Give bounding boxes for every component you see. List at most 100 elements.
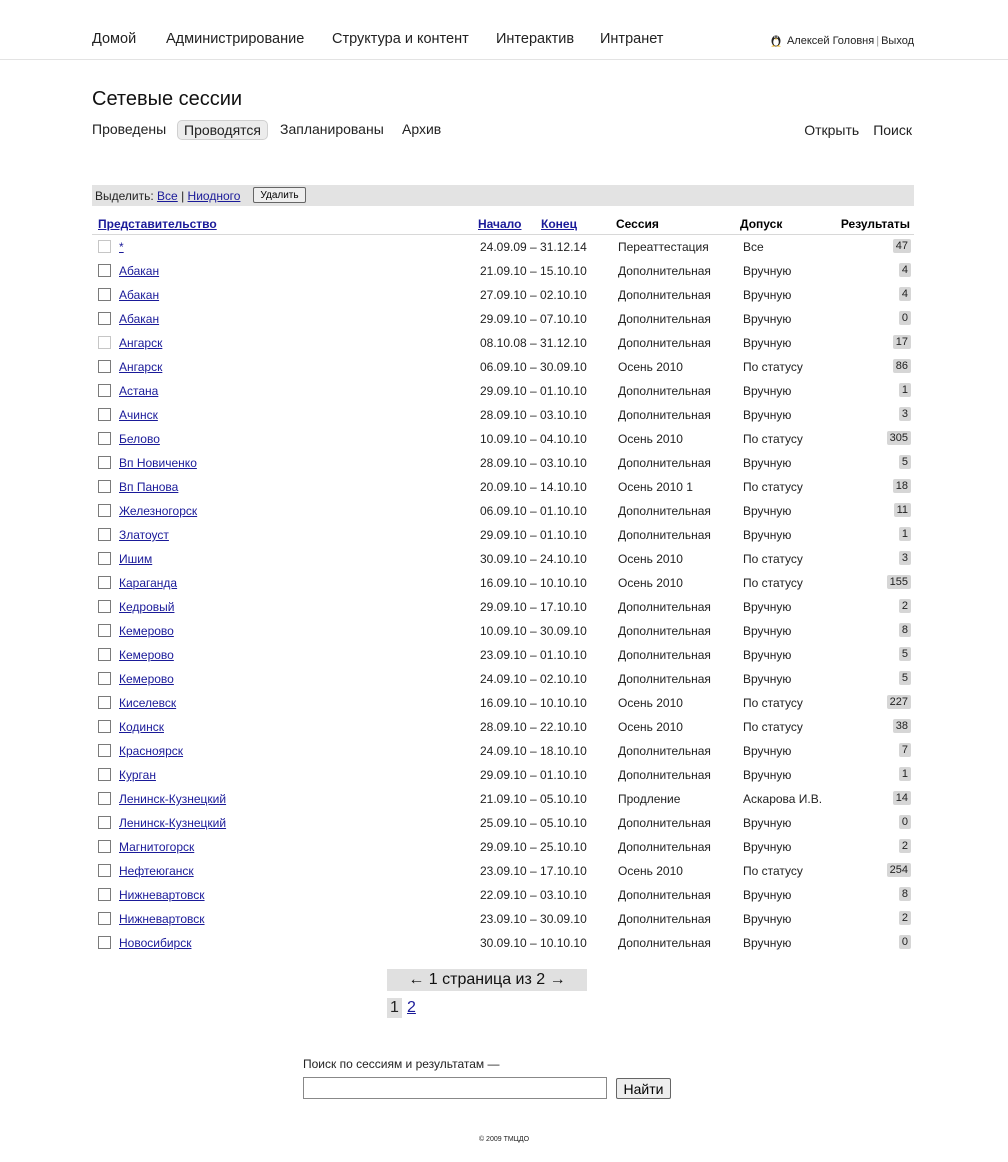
row-checkbox[interactable]: [98, 312, 111, 325]
row-checkbox[interactable]: [98, 696, 111, 709]
row-checkbox[interactable]: [98, 240, 111, 253]
office-link[interactable]: Астана: [119, 384, 158, 398]
results-badge[interactable]: 11: [893, 503, 911, 517]
row-checkbox[interactable]: [98, 456, 111, 469]
tab-archive[interactable]: Архив: [402, 121, 441, 137]
tab-scheduled[interactable]: Запланированы: [280, 121, 384, 137]
row-checkbox[interactable]: [98, 648, 111, 661]
office-link[interactable]: Киселевск: [119, 696, 176, 710]
office-link[interactable]: Кедровый: [119, 600, 174, 614]
delete-button[interactable]: Удалить: [253, 187, 306, 203]
search-button[interactable]: Найти: [616, 1078, 671, 1099]
row-checkbox[interactable]: [98, 864, 111, 877]
nav-item-intranet[interactable]: Интранет: [600, 31, 663, 47]
results-badge[interactable]: 0: [898, 815, 911, 829]
results-badge[interactable]: 38: [892, 719, 911, 733]
office-link[interactable]: Вп Новиченко: [119, 456, 197, 470]
results-badge[interactable]: 17: [892, 335, 911, 349]
results-badge[interactable]: 254: [886, 863, 911, 877]
office-link[interactable]: Нефтеюганск: [119, 864, 194, 878]
office-link[interactable]: Ленинск-Кузнецкий: [119, 792, 226, 806]
pagination-summary[interactable]: ← 1 страница из 2 →: [387, 969, 587, 991]
results-badge[interactable]: 3: [898, 407, 911, 421]
office-link[interactable]: Абакан: [119, 312, 159, 326]
results-badge[interactable]: 227: [886, 695, 911, 709]
select-none-link[interactable]: Ниодного: [188, 189, 241, 203]
header-office[interactable]: Представительство: [98, 217, 217, 231]
results-badge[interactable]: 305: [886, 431, 911, 445]
office-link[interactable]: Кемерово: [119, 648, 174, 662]
row-checkbox[interactable]: [98, 480, 111, 493]
office-link[interactable]: Новосибирск: [119, 936, 191, 950]
office-link[interactable]: Кодинск: [119, 720, 164, 734]
row-checkbox[interactable]: [98, 792, 111, 805]
row-checkbox[interactable]: [98, 744, 111, 757]
results-badge[interactable]: 2: [898, 911, 911, 925]
logout-link[interactable]: Выход: [881, 35, 914, 47]
results-badge[interactable]: 0: [898, 935, 911, 949]
office-link[interactable]: Ленинск-Кузнецкий: [119, 816, 226, 830]
tab-ongoing[interactable]: Проводятся: [177, 120, 268, 140]
office-link[interactable]: Ангарск: [119, 336, 162, 350]
office-link[interactable]: Железногорск: [119, 504, 197, 518]
page-link[interactable]: 2: [407, 999, 416, 1017]
office-link[interactable]: Магнитогорск: [119, 840, 194, 854]
row-checkbox[interactable]: [98, 672, 111, 685]
results-badge[interactable]: 47: [892, 239, 911, 253]
row-checkbox[interactable]: [98, 720, 111, 733]
nav-item-interactive[interactable]: Интерактив: [496, 31, 574, 47]
results-badge[interactable]: 5: [898, 647, 911, 661]
office-link[interactable]: Нижневартовск: [119, 888, 205, 902]
office-link[interactable]: Златоуст: [119, 528, 169, 542]
row-checkbox[interactable]: [98, 936, 111, 949]
nav-item-home[interactable]: Домой: [92, 31, 136, 47]
office-link[interactable]: Вп Панова: [119, 480, 178, 494]
results-badge[interactable]: 8: [898, 623, 911, 637]
header-end[interactable]: Конец: [541, 217, 577, 231]
row-checkbox[interactable]: [98, 288, 111, 301]
row-checkbox[interactable]: [98, 576, 111, 589]
row-checkbox[interactable]: [98, 504, 111, 517]
office-link[interactable]: Курган: [119, 768, 156, 782]
tab-completed[interactable]: Проведены: [92, 121, 166, 137]
open-link[interactable]: Открыть: [804, 122, 859, 138]
office-link[interactable]: Белово: [119, 432, 160, 446]
row-checkbox[interactable]: [98, 552, 111, 565]
results-badge[interactable]: 1: [898, 383, 911, 397]
office-link[interactable]: Ачинск: [119, 408, 158, 422]
row-checkbox[interactable]: [98, 768, 111, 781]
results-badge[interactable]: 8: [898, 887, 911, 901]
office-link[interactable]: Кемерово: [119, 672, 174, 686]
search-input[interactable]: [303, 1077, 607, 1099]
results-badge[interactable]: 3: [898, 551, 911, 565]
row-checkbox[interactable]: [98, 624, 111, 637]
row-checkbox[interactable]: [98, 432, 111, 445]
select-all-link[interactable]: Все: [157, 189, 178, 203]
results-badge[interactable]: 1: [898, 767, 911, 781]
row-checkbox[interactable]: [98, 600, 111, 613]
results-badge[interactable]: 1: [898, 527, 911, 541]
row-checkbox[interactable]: [98, 336, 111, 349]
office-link[interactable]: Караганда: [119, 576, 177, 590]
row-checkbox[interactable]: [98, 264, 111, 277]
user-name[interactable]: Алексей Головня: [787, 35, 874, 47]
results-badge[interactable]: 7: [898, 743, 911, 757]
results-badge[interactable]: 18: [892, 479, 911, 493]
results-badge[interactable]: 2: [898, 599, 911, 613]
results-badge[interactable]: 4: [898, 287, 911, 301]
row-checkbox[interactable]: [98, 360, 111, 373]
results-badge[interactable]: 2: [898, 839, 911, 853]
row-checkbox[interactable]: [98, 888, 111, 901]
office-link[interactable]: Кемерово: [119, 624, 174, 638]
office-link[interactable]: Абакан: [119, 288, 159, 302]
search-link[interactable]: Поиск: [873, 122, 912, 138]
row-checkbox[interactable]: [98, 528, 111, 541]
results-badge[interactable]: 5: [898, 671, 911, 685]
row-checkbox[interactable]: [98, 816, 111, 829]
results-badge[interactable]: 0: [898, 311, 911, 325]
header-start[interactable]: Начало: [478, 217, 521, 231]
results-badge[interactable]: 86: [892, 359, 911, 373]
office-link[interactable]: Абакан: [119, 264, 159, 278]
office-link[interactable]: Красноярск: [119, 744, 183, 758]
office-link[interactable]: Ишим: [119, 552, 152, 566]
